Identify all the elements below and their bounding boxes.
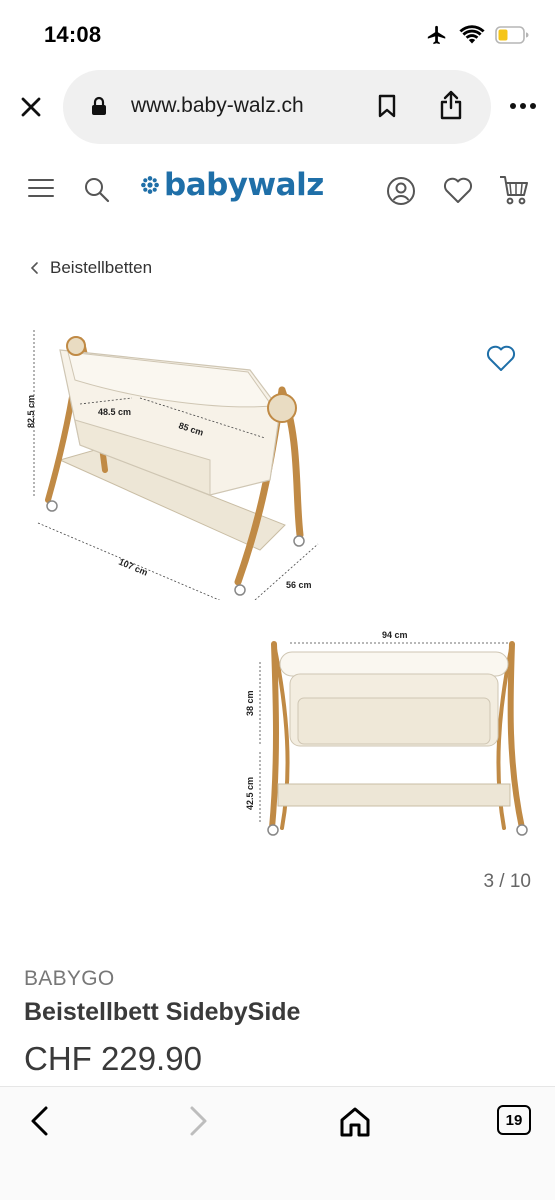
wifi-icon [459, 25, 485, 44]
dim-front-width: 94 cm [382, 630, 408, 640]
cart-icon[interactable] [499, 174, 529, 206]
back-icon[interactable] [26, 1105, 54, 1137]
lock-icon [92, 96, 106, 115]
account-icon[interactable] [386, 176, 416, 206]
status-bar: 14:08 [0, 0, 555, 70]
heart-icon[interactable] [443, 176, 473, 204]
bookmark-icon[interactable] [377, 94, 397, 118]
dim-height: 82.5 cm [26, 395, 36, 428]
address-bar[interactable]: www.baby-walz.ch [63, 70, 491, 144]
home-icon[interactable] [338, 1105, 372, 1139]
gallery-heart-icon[interactable] [486, 344, 516, 372]
product-brand[interactable]: BABYGO [24, 967, 115, 991]
battery-icon [495, 26, 529, 44]
url-text[interactable]: www.baby-walz.ch [131, 94, 304, 118]
search-icon[interactable] [84, 177, 110, 203]
gallery-counter: 3 / 10 [483, 871, 531, 892]
close-icon[interactable] [16, 92, 46, 122]
status-time: 14:08 [44, 22, 102, 47]
breadcrumb-label[interactable]: Beistellbetten [50, 258, 152, 278]
tabs-icon[interactable]: 19 [497, 1105, 531, 1135]
dim-length: 107 cm [117, 557, 149, 578]
status-icons [425, 22, 529, 48]
site-header: babywalz [0, 160, 555, 220]
product-gallery[interactable]: 82.5 cm 48.5 cm 85 cm 107 cm 56 cm 94 cm… [0, 300, 555, 900]
dim-depth: 56 cm [286, 580, 312, 590]
forward-icon[interactable] [184, 1105, 212, 1137]
dim-leg-height: 42.5 cm [245, 777, 255, 810]
menu-icon[interactable] [28, 177, 54, 199]
dim-inner-width: 48.5 cm [98, 407, 131, 417]
product-image-front: 94 cm 38 cm 42.5 cm [245, 630, 528, 836]
logo-text: babywalz [164, 167, 324, 203]
tab-count: 19 [505, 1111, 523, 1129]
share-icon[interactable] [439, 90, 463, 120]
dim-bed-height: 38 cm [245, 690, 255, 716]
product-price: CHF 229.90 [24, 1040, 202, 1077]
logo-flower-icon [141, 176, 159, 194]
breadcrumb[interactable]: Beistellbetten [30, 258, 152, 278]
product-title: Beistellbett SidebySide [24, 998, 301, 1026]
site-logo[interactable]: babywalz [140, 167, 324, 203]
product-image-angle: 82.5 cm 48.5 cm 85 cm 107 cm 56 cm [26, 330, 319, 600]
more-icon[interactable] [508, 96, 538, 116]
browser-toolbar: 19 [0, 1086, 555, 1200]
chevron-left-icon [30, 262, 38, 274]
airplane-icon [427, 25, 446, 45]
